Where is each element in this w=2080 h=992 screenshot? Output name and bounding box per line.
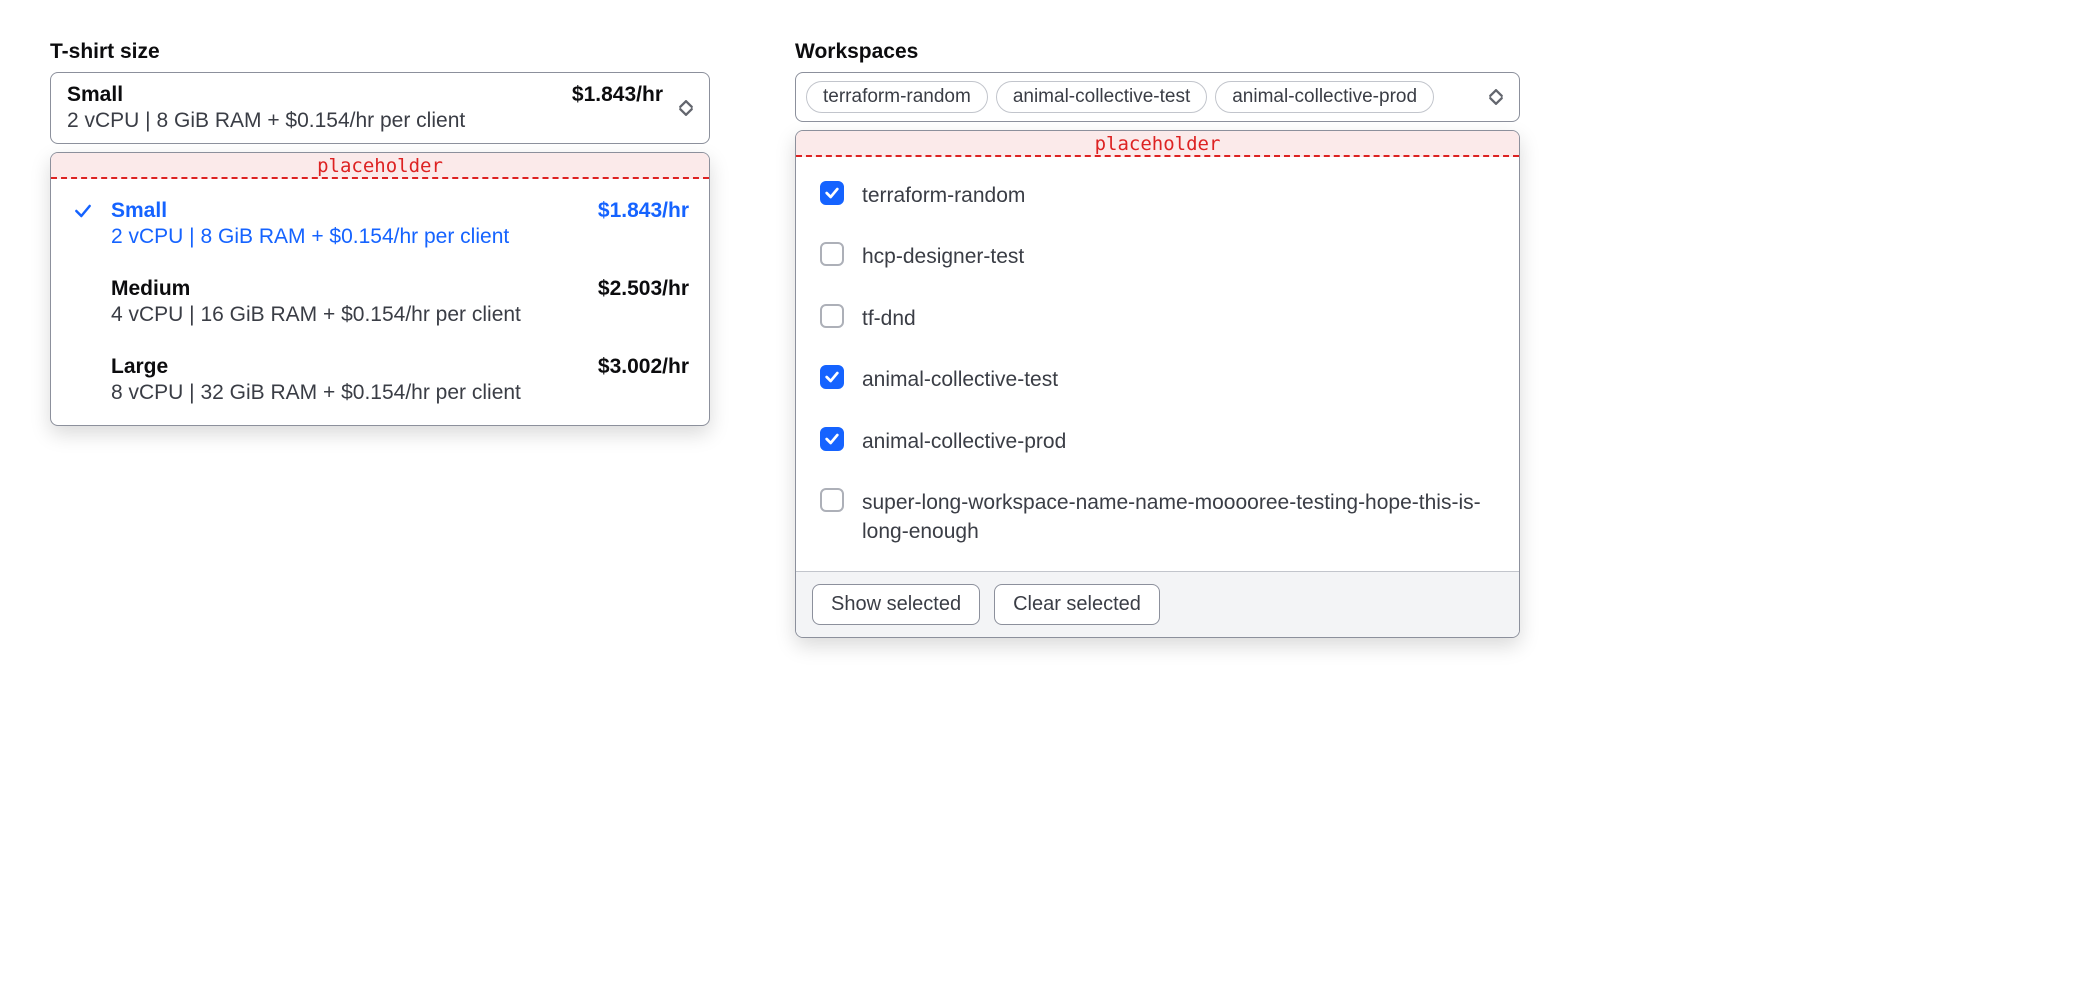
tshirt-option-name: Large	[111, 355, 168, 379]
tshirt-option-price: $2.503/hr	[598, 277, 689, 301]
checkbox[interactable]	[820, 304, 844, 328]
tshirt-option-name: Medium	[111, 277, 190, 301]
checkbox[interactable]	[820, 488, 844, 512]
workspaces-dropdown: placeholder terraform-random hcp-designer…	[795, 130, 1520, 638]
placeholder-banner: placeholder	[796, 131, 1519, 157]
workspace-option-name: tf-dnd	[862, 304, 1495, 333]
chevron-up-down-icon	[1487, 86, 1505, 108]
workspace-option-name: super-long-workspace-name-name-mooooree-…	[862, 488, 1495, 547]
check-icon	[71, 277, 95, 327]
tshirt-option-sub: 8 vCPU | 32 GiB RAM + $0.154/hr per clie…	[111, 381, 689, 405]
tshirt-size-dropdown: placeholder Small $1.843/hr2 vCPU | 8 GiB…	[50, 152, 710, 426]
tshirt-option-name: Small	[111, 199, 167, 223]
workspace-option[interactable]: hcp-designer-test	[796, 226, 1519, 287]
tshirt-option[interactable]: Medium $2.503/hr4 vCPU | 16 GiB RAM + $0.…	[51, 263, 709, 341]
workspace-option[interactable]: animal-collective-test	[796, 349, 1519, 410]
workspaces-dropdown-footer: Show selected Clear selected	[796, 571, 1519, 637]
workspace-option[interactable]: animal-collective-prod	[796, 411, 1519, 472]
workspaces-field: Workspaces terraform-randomanimal-collec…	[795, 40, 1520, 638]
placeholder-banner: placeholder	[51, 153, 709, 179]
tshirt-selected-name: Small	[67, 83, 123, 107]
workspace-option-name: animal-collective-prod	[862, 427, 1495, 456]
checkbox[interactable]	[820, 427, 844, 451]
tshirt-size-select-trigger[interactable]: Small $1.843/hr 2 vCPU | 8 GiB RAM + $0.…	[50, 72, 710, 144]
tshirt-size-label: T-shirt size	[50, 40, 710, 64]
workspace-tag[interactable]: terraform-random	[806, 81, 988, 113]
workspace-option[interactable]: tf-dnd	[796, 288, 1519, 349]
checkbox[interactable]	[820, 365, 844, 389]
check-icon	[71, 355, 95, 405]
workspaces-label: Workspaces	[795, 40, 1520, 64]
tshirt-size-field: T-shirt size Small $1.843/hr 2 vCPU | 8 …	[50, 40, 710, 426]
clear-selected-button[interactable]: Clear selected	[994, 584, 1160, 625]
workspace-option-name: hcp-designer-test	[862, 242, 1495, 271]
tshirt-option-sub: 2 vCPU | 8 GiB RAM + $0.154/hr per clien…	[111, 225, 689, 249]
workspace-tag[interactable]: animal-collective-prod	[1215, 81, 1434, 113]
tshirt-option[interactable]: Large $3.002/hr8 vCPU | 32 GiB RAM + $0.1…	[51, 341, 709, 419]
workspace-option[interactable]: terraform-random	[796, 165, 1519, 226]
workspace-option[interactable]: super-long-workspace-name-name-mooooree-…	[796, 472, 1519, 563]
tshirt-option[interactable]: Small $1.843/hr2 vCPU | 8 GiB RAM + $0.15…	[51, 185, 709, 263]
tshirt-option-price: $3.002/hr	[598, 355, 689, 379]
tshirt-selected-sub: 2 vCPU | 8 GiB RAM + $0.154/hr per clien…	[67, 109, 663, 133]
checkbox[interactable]	[820, 181, 844, 205]
show-selected-button[interactable]: Show selected	[812, 584, 980, 625]
workspace-option-name: animal-collective-test	[862, 365, 1495, 394]
checkbox[interactable]	[820, 242, 844, 266]
chevron-up-down-icon	[677, 97, 695, 119]
workspaces-select-trigger[interactable]: terraform-randomanimal-collective-testan…	[795, 72, 1520, 122]
tshirt-selected-price: $1.843/hr	[572, 83, 663, 107]
check-icon	[71, 199, 95, 249]
workspace-tag[interactable]: animal-collective-test	[996, 81, 1207, 113]
tshirt-option-price: $1.843/hr	[598, 199, 689, 223]
tshirt-option-sub: 4 vCPU | 16 GiB RAM + $0.154/hr per clie…	[111, 303, 689, 327]
workspace-option-name: terraform-random	[862, 181, 1495, 210]
